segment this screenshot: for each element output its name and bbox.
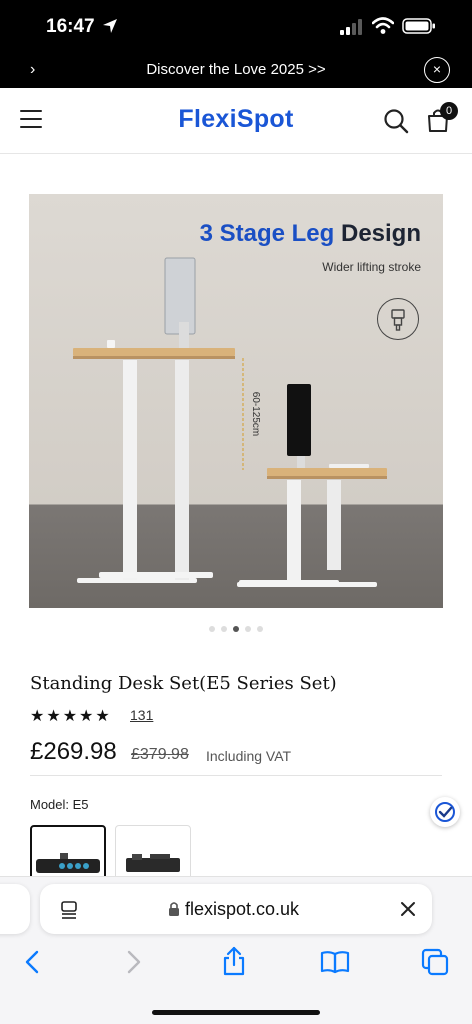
image-headline-rest: Design bbox=[340, 220, 421, 247]
carousel-dot[interactable] bbox=[257, 626, 263, 632]
review-count-link[interactable]: 131 bbox=[130, 707, 153, 723]
control-panel-icon bbox=[36, 853, 100, 873]
site-header: FlexiSpot bbox=[0, 88, 472, 154]
announcement-bar: › Discover the Love 2025 >> × bbox=[0, 52, 472, 88]
lock-icon bbox=[168, 901, 180, 922]
leg-design-badge-icon bbox=[377, 298, 419, 340]
share-icon[interactable] bbox=[221, 946, 247, 981]
model-label: Model: E5 bbox=[30, 797, 89, 812]
tabs-icon[interactable] bbox=[421, 948, 449, 981]
status-time: 16:47 bbox=[46, 16, 95, 37]
star-rating: ★★★★★ bbox=[30, 708, 112, 725]
carousel-dot-active[interactable] bbox=[233, 626, 239, 632]
image-headline-highlight: 3 Stage Leg bbox=[199, 220, 335, 247]
cart-count-badge: 0 bbox=[440, 102, 458, 120]
wifi-icon bbox=[371, 17, 395, 39]
carousel-dot[interactable] bbox=[209, 626, 215, 632]
announcement-close-button[interactable]: × bbox=[424, 57, 450, 83]
announcement-text[interactable]: Discover the Love 2025 >> bbox=[0, 61, 472, 78]
url-text[interactable]: flexispot.co.uk bbox=[185, 899, 299, 920]
back-icon[interactable] bbox=[24, 950, 40, 979]
close-icon[interactable] bbox=[400, 901, 416, 922]
location-arrow-icon bbox=[102, 18, 118, 39]
carousel-dot[interactable] bbox=[245, 626, 251, 632]
product-image[interactable]: 60-125cm 3 Stage Leg Design Wider liftin… bbox=[29, 194, 443, 608]
status-bar: 16:47 bbox=[0, 0, 472, 52]
height-range-label: 60-125cm bbox=[250, 392, 261, 436]
image-subtitle: Wider lifting stroke bbox=[322, 260, 421, 274]
desk-illustration: 60-125cm bbox=[73, 257, 387, 587]
carousel-dot[interactable] bbox=[221, 626, 227, 632]
bookmarks-icon[interactable] bbox=[320, 950, 350, 979]
page-menu-icon[interactable] bbox=[60, 901, 78, 924]
divider bbox=[30, 775, 442, 776]
address-bar[interactable]: flexispot.co.uk bbox=[40, 884, 432, 934]
carousel-dots bbox=[0, 619, 472, 637]
product-title: Standing Desk Set(E5 Series Set) bbox=[30, 673, 337, 694]
home-indicator bbox=[152, 1010, 320, 1015]
current-price: £269.98 bbox=[30, 738, 117, 765]
vat-label: Including VAT bbox=[206, 748, 292, 764]
forward-icon[interactable] bbox=[126, 950, 142, 979]
verified-check-icon[interactable] bbox=[430, 797, 460, 827]
battery-icon bbox=[402, 18, 436, 39]
previous-tab-pill[interactable] bbox=[0, 884, 30, 934]
original-price: £379.98 bbox=[131, 746, 189, 763]
search-icon[interactable] bbox=[383, 108, 409, 139]
signal-icon bbox=[340, 19, 366, 40]
image-headline: 3 Stage Leg Design bbox=[200, 220, 421, 248]
